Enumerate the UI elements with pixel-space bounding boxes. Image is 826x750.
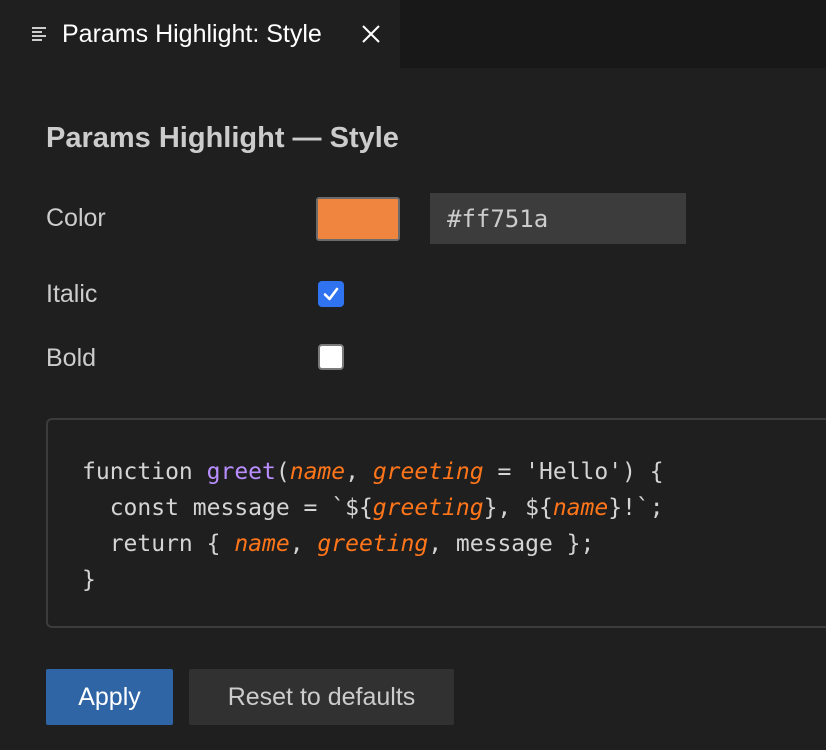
editor-tab-bar: Params Highlight: Style [0,0,826,68]
code-param-token: name [552,495,609,521]
page-title: Params Highlight — Style [46,122,399,154]
code-line: return { name, greeting, message }; [82,526,664,562]
checkmark-icon [323,287,339,301]
apply-button[interactable]: Apply [46,669,173,725]
color-label: Color [46,204,106,232]
code-param-token: greeting [372,495,484,521]
code-token: , [345,459,373,485]
code-token: , [289,531,318,557]
code-function-token: greet [206,459,276,485]
color-hex-input[interactable] [430,193,686,244]
code-token: }, ${ [483,495,553,521]
code-line: } [82,562,664,598]
tab-title: Params Highlight: Style [62,20,322,48]
bold-label: Bold [46,344,97,372]
preview-lines-icon [32,26,50,42]
code-line: const message = `${greeting}, ${name}!`; [82,490,664,526]
italic-checkbox[interactable] [318,281,344,307]
code-token: function [82,459,207,485]
tab-params-highlight-style[interactable]: Params Highlight: Style [0,0,400,68]
close-icon[interactable] [360,23,382,45]
reset-defaults-button[interactable]: Reset to defaults [189,669,454,725]
color-swatch[interactable] [316,197,400,241]
code-token: , message }; [428,531,595,557]
code-preview-text: function greet(name, greeting = 'Hello')… [82,454,664,598]
code-param-token: name [289,459,346,485]
code-token: = 'Hello') { [483,459,664,485]
code-token: return { [82,531,235,557]
code-token: ( [275,459,290,485]
code-token: } [82,567,96,593]
italic-label: Italic [46,280,98,308]
code-param-token: name [234,531,290,557]
code-line: function greet(name, greeting = 'Hello')… [82,454,664,490]
code-param-token: greeting [372,459,484,485]
code-token: }!`; [608,495,664,521]
code-preview: function greet(name, greeting = 'Hello')… [46,418,826,628]
code-param-token: greeting [317,531,429,557]
style-panel: Params Highlight — Style Color Italic Bo… [0,68,826,750]
code-token: const message = `${ [82,495,373,521]
bold-checkbox[interactable] [318,344,344,370]
